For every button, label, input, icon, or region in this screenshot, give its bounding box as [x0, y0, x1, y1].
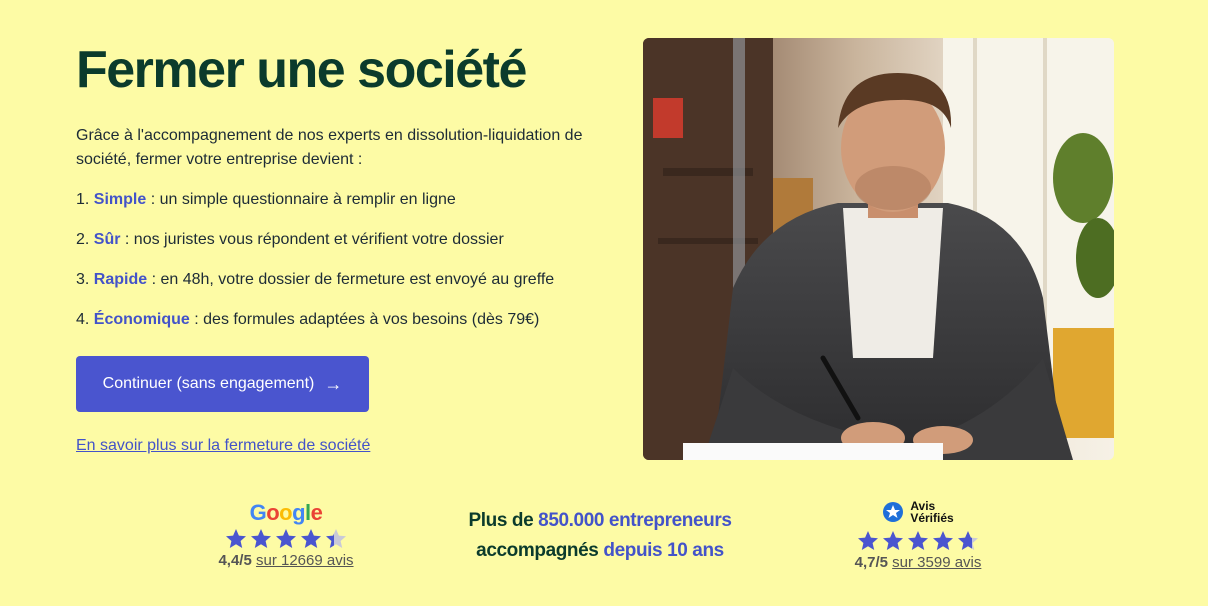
star-icon [933, 531, 953, 550]
star-icon [276, 529, 296, 548]
star-icon [226, 529, 246, 548]
google-stars [196, 528, 376, 550]
avis-verifies-rating: Avis Vérifiés 4,7/5 sur 3599 avis [828, 500, 1008, 571]
avis-reviews-link[interactable]: sur 3599 avis [892, 554, 981, 571]
feature-item: 4. Économique : des formules adaptées à … [76, 311, 540, 328]
continue-button-label: Continuer (sans engagement) [102, 375, 315, 392]
feature-item: 3. Rapide : en 48h, votre dossier de fer… [76, 271, 555, 288]
google-score: 4,4/5 sur 12669 avis [218, 552, 354, 569]
star-icon [326, 529, 346, 548]
star-icon [301, 529, 321, 548]
star-icon [908, 531, 928, 550]
star-icon [858, 531, 878, 550]
avis-verifies-icon [883, 502, 904, 522]
star-icon [958, 531, 978, 550]
google-logo: Google [249, 500, 323, 525]
feature-list: 1. Simple : un simple questionnaire à re… [76, 188, 616, 348]
star-icon [883, 531, 903, 550]
google-rating: Google 4,4/5 sur 12669 avis [196, 500, 376, 569]
google-reviews-link[interactable]: sur 12669 avis [256, 552, 354, 569]
continue-button[interactable]: Continuer (sans engagement) → [76, 356, 369, 412]
star-icon [251, 529, 271, 548]
feature-item: 1. Simple : un simple questionnaire à re… [76, 191, 456, 208]
avis-stars [828, 530, 1008, 552]
avis-verifies-logo: Avis Vérifiés [882, 500, 954, 524]
arrow-right-icon: → [324, 373, 343, 394]
intro-text: Grâce à l'accompagnement de nos experts … [76, 127, 583, 168]
man-writing-photo [643, 38, 1114, 460]
page-title: Fermer une société [76, 41, 527, 99]
feature-item: 2. Sûr : nos juristes vous répondent et … [76, 231, 504, 248]
avis-score: 4,7/5 sur 3599 avis [854, 554, 982, 571]
entrepreneurs-stat: Plus de 850.000 entrepreneurs accompagné… [468, 510, 732, 561]
learn-more-link[interactable]: En savoir plus sur la fermeture de socié… [76, 437, 370, 455]
